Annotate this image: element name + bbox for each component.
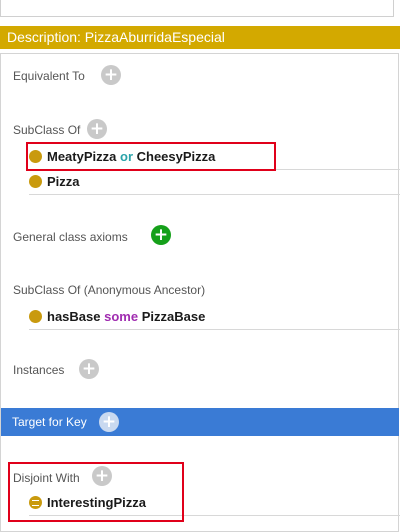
class-dot-icon xyxy=(29,310,42,323)
section-instances: Instances xyxy=(13,363,65,377)
row-divider xyxy=(29,329,400,330)
subclass-axiom-pizza[interactable]: Pizza xyxy=(29,171,80,193)
add-subclass-icon[interactable]: + xyxy=(87,119,107,139)
add-general-axiom-icon[interactable]: + xyxy=(151,225,171,245)
class-pizzabase: PizzaBase xyxy=(141,309,206,324)
property-hasbase: hasBase xyxy=(47,309,101,324)
target-for-key-label: Target for Key xyxy=(12,415,87,429)
row-divider xyxy=(29,194,400,195)
description-header: Description: PizzaAburridaEspecial xyxy=(0,26,400,49)
description-panel: Equivalent To + SubClass Of + MeatyPizza… xyxy=(0,53,400,532)
add-instance-icon[interactable]: + xyxy=(79,359,99,379)
class-dot-icon xyxy=(29,175,42,188)
keyword-some: some xyxy=(104,309,139,324)
highlight-box-subclass xyxy=(26,142,276,171)
section-target-for-key[interactable]: Target for Key + xyxy=(1,408,399,436)
section-equivalent-to: Equivalent To xyxy=(13,69,85,83)
section-general-class-axioms: General class axioms xyxy=(13,230,128,244)
highlight-box-disjoint xyxy=(8,462,184,522)
class-pizza: Pizza xyxy=(47,174,80,189)
anonymous-axiom-hasbase[interactable]: hasBase some PizzaBase xyxy=(29,306,205,328)
add-equivalent-icon[interactable]: + xyxy=(101,65,121,85)
section-subclass-of: SubClass Of xyxy=(13,123,81,137)
section-subclass-anonymous: SubClass Of (Anonymous Ancestor) xyxy=(13,283,206,297)
previous-panel-edge xyxy=(0,0,394,17)
add-key-icon[interactable]: + xyxy=(99,412,119,432)
